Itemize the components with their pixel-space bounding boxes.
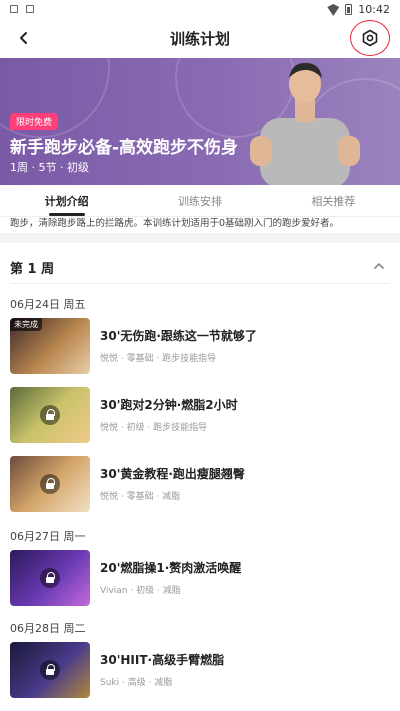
highlight-ring <box>350 20 390 56</box>
collapse-button[interactable] <box>372 258 386 272</box>
trainer-image <box>250 62 360 185</box>
date-label: 06月28日 周二 <box>10 622 86 635</box>
status-right: 10:42 <box>327 3 390 16</box>
date-label: 06月27日 周一 <box>10 530 86 543</box>
app-header: 训练计划 <box>0 18 400 58</box>
course-item[interactable]: 20'燃脂操1·赘肉激活唤醒 Vivian · 初级 · 减脂 <box>10 550 390 606</box>
course-thumbnail <box>10 550 90 606</box>
back-button[interactable] <box>12 26 36 50</box>
course-item[interactable]: 30'黄金教程·跑出瘦腿翘臀 悦悦 · 零基础 · 减脂 <box>10 456 390 512</box>
course-item[interactable]: 30'跑对2分钟·燃脂2小时 悦悦 · 初级 · 跑步技能指导 <box>10 387 390 443</box>
status-bar: 10:42 <box>0 0 400 18</box>
course-title: 30'无伤跑·跟练这一节就够了 <box>100 329 257 343</box>
week-label: 第 1 周 <box>10 262 55 277</box>
course-thumbnail <box>10 456 90 512</box>
course-title: 30'HIIT·高级手臂燃脂 <box>100 653 225 667</box>
page-title: 训练计划 <box>169 29 230 48</box>
course-title: 30'黄金教程·跑出瘦腿翘臀 <box>100 467 245 481</box>
section-divider <box>0 233 400 243</box>
hero-banner: 限时免费 新手跑步必备-高效跑步不伤身 1周 · 5节 · 初级 <box>0 58 400 185</box>
course-thumbnail <box>10 387 90 443</box>
free-badge: 限时免费 <box>10 113 59 130</box>
course-item[interactable]: 30'HIIT·高级手臂燃脂 Suki · 高级 · 减脂 <box>10 642 390 698</box>
tab-intro[interactable]: 计划介绍 <box>0 185 133 216</box>
lock-icon <box>40 405 60 425</box>
notification-icon <box>10 5 18 13</box>
notification-icon <box>26 5 34 13</box>
divider <box>10 283 390 284</box>
battery-icon <box>345 3 353 15</box>
lock-icon <box>40 474 60 494</box>
course-meta: 悦悦 · 零基础 · 减脂 <box>100 492 181 502</box>
tab-recommend[interactable]: 相关推荐 <box>267 185 400 216</box>
chevron-up-icon <box>374 263 384 269</box>
plan-title: 新手跑步必备-高效跑步不伤身 <box>10 138 239 158</box>
course-thumbnail: 未完成 <box>10 318 90 374</box>
lock-icon <box>40 568 60 588</box>
date-label: 06月24日 周五 <box>10 298 86 311</box>
status-left-icons <box>10 5 34 13</box>
course-title: 30'跑对2分钟·燃脂2小时 <box>100 398 238 412</box>
intro-text: 跑步，清除跑步路上的拦路虎。本训练计划适用于0基础刚入门的跑步爱好者。 <box>10 218 340 229</box>
course-meta: 悦悦 · 初级 · 跑步技能指导 <box>100 423 208 433</box>
course-meta: 悦悦 · 零基础 · 跑步技能指导 <box>100 354 217 364</box>
plan-subtitle: 1周 · 5节 · 初级 <box>10 161 89 174</box>
status-time: 10:42 <box>358 2 390 16</box>
tab-schedule[interactable]: 训练安排 <box>133 185 266 216</box>
course-meta: Suki · 高级 · 减脂 <box>100 678 173 688</box>
lock-icon <box>40 660 60 680</box>
tab-bar: 计划介绍 训练安排 相关推荐 <box>0 185 400 217</box>
settings-button[interactable] <box>350 20 390 56</box>
course-title: 20'燃脂操1·赘肉激活唤醒 <box>100 561 242 575</box>
course-item[interactable]: 未完成 30'无伤跑·跟练这一节就够了 悦悦 · 零基础 · 跑步技能指导 <box>10 318 390 374</box>
course-meta: Vivian · 初级 · 减脂 <box>100 586 181 596</box>
wifi-icon <box>327 4 339 14</box>
status-tag: 未完成 <box>10 318 42 331</box>
course-thumbnail <box>10 642 90 698</box>
chevron-left-icon <box>20 32 27 44</box>
